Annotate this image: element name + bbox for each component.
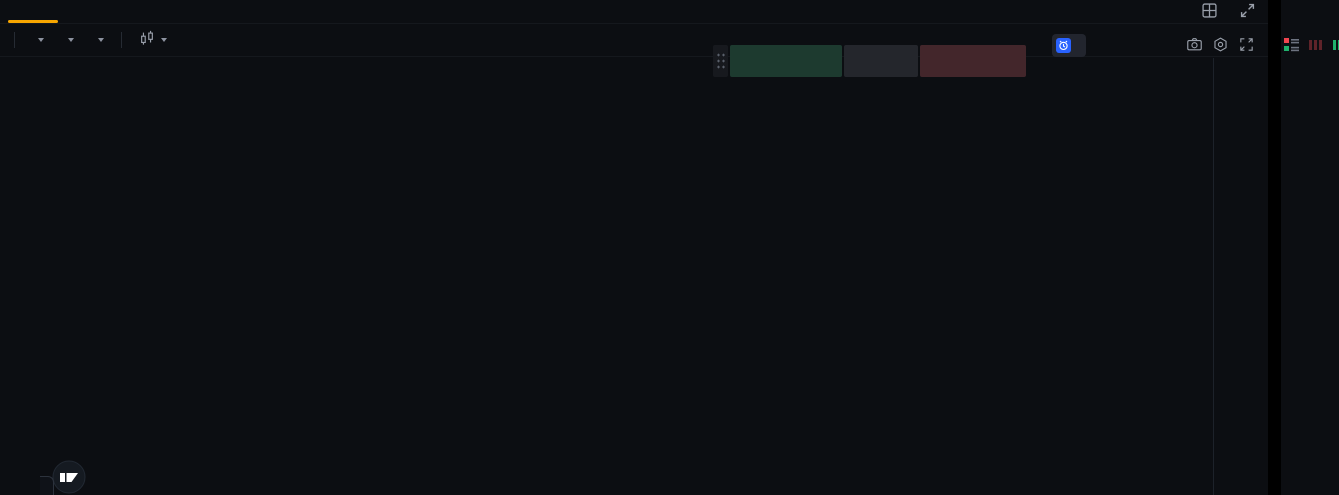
chevron-down-icon: [68, 37, 74, 42]
orderbook-panel: [1281, 0, 1339, 495]
toolbar-divider: [121, 31, 122, 48]
active-tab-underline: [8, 20, 58, 23]
layout-grid-icon[interactable]: [1202, 3, 1217, 23]
price-axis[interactable]: [1213, 58, 1268, 495]
quantity-field[interactable]: [844, 45, 918, 77]
drag-dots-icon: [716, 52, 725, 70]
alarm-clock-icon: [1056, 38, 1071, 53]
camera-icon[interactable]: [1186, 36, 1204, 54]
display-menu[interactable]: [53, 37, 83, 42]
drawing-toolbar: [0, 58, 40, 495]
indicators-menu[interactable]: [23, 37, 53, 42]
chevron-down-icon: [38, 37, 44, 42]
market-long-button[interactable]: [730, 45, 842, 77]
tradingview-logo[interactable]: [52, 460, 86, 494]
volume-legend: [53, 345, 83, 359]
rsi-legend: [53, 377, 65, 391]
candle-style-selector[interactable]: [130, 30, 176, 49]
toolbar-divider: [14, 31, 15, 48]
orderbook-both-icon[interactable]: [1284, 38, 1299, 57]
quick-trade-widget: [713, 45, 1026, 77]
chart-settings-icon[interactable]: [1212, 36, 1230, 54]
top-tab-bar: [0, 0, 1268, 24]
market-short-button[interactable]: [920, 45, 1026, 77]
index-legend: [53, 96, 67, 111]
expand-icon[interactable]: [1240, 3, 1255, 23]
orderbook-asks-icon[interactable]: [1308, 38, 1323, 57]
tradingview-alert-button[interactable]: [1052, 34, 1086, 57]
fullscreen-icon[interactable]: [1238, 36, 1256, 54]
trading-terminal: [0, 0, 1339, 495]
orderbook-view-toggles: [1284, 38, 1339, 57]
market-price-menu[interactable]: [83, 37, 113, 42]
chart-canvas[interactable]: [40, 58, 1213, 495]
orderbook-bids-icon[interactable]: [1332, 38, 1339, 57]
chevron-down-icon: [98, 37, 104, 42]
chevron-down-icon: [161, 37, 167, 42]
chart-panel: [0, 0, 1268, 495]
candle-style-icon: [139, 30, 155, 49]
trade-widget-drag-handle[interactable]: [713, 45, 728, 77]
